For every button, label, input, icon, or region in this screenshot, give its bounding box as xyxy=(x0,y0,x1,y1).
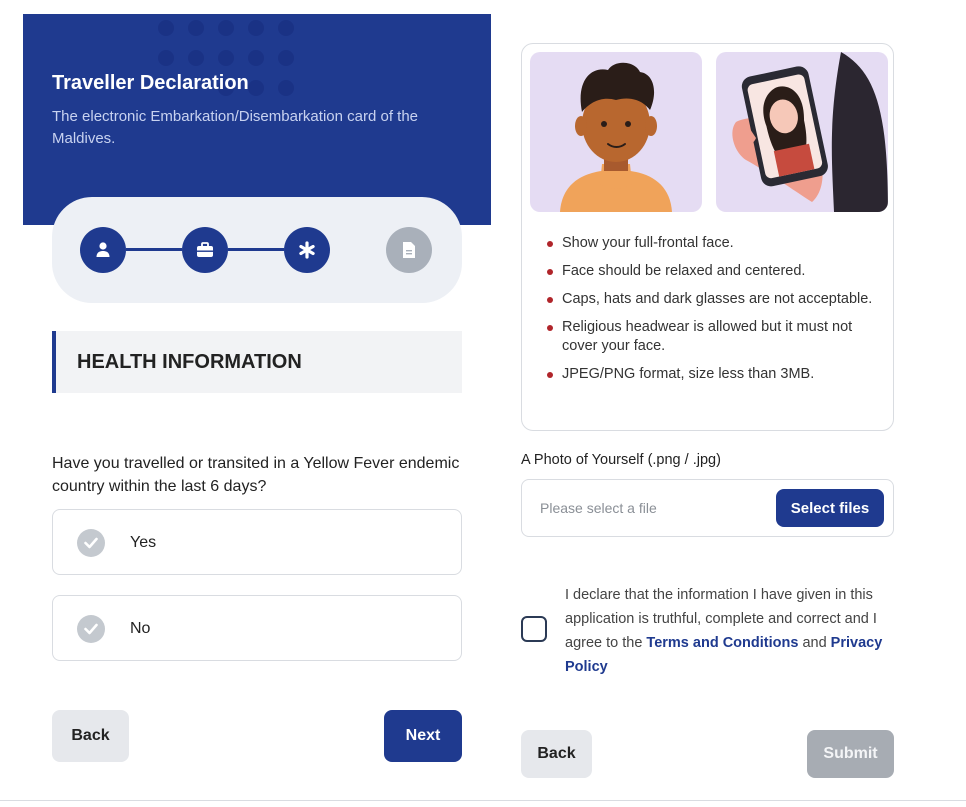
briefcase-icon xyxy=(197,242,213,257)
photo-rules-list: Show your full-frontal face. Face should… xyxy=(546,234,886,393)
photo-guidelines-card: Show your full-frontal face. Face should… xyxy=(521,43,894,431)
step-personal[interactable] xyxy=(80,227,126,273)
list-item: Religious headwear is allowed but it mus… xyxy=(546,318,886,356)
face-illustration xyxy=(530,52,702,212)
submit-button[interactable]: Submit xyxy=(807,730,894,778)
option-label: Yes xyxy=(130,534,157,551)
document-icon xyxy=(403,242,415,258)
progress-stepper xyxy=(52,197,462,303)
section-heading: HEALTH INFORMATION xyxy=(52,331,462,393)
page-subtitle: The electronic Embarkation/Disembarkatio… xyxy=(52,108,419,147)
divider xyxy=(0,800,966,801)
check-icon xyxy=(77,615,105,643)
list-item: Face should be relaxed and centered. xyxy=(546,262,886,281)
photo-upload-label: A Photo of Yourself (.png / .jpg) xyxy=(521,452,721,468)
back-button[interactable]: Back xyxy=(52,710,129,762)
list-item: Caps, hats and dark glasses are not acce… xyxy=(546,290,886,309)
step-connector xyxy=(126,248,182,251)
list-item: JPEG/PNG format, size less than 3MB. xyxy=(546,365,886,384)
back-button-right[interactable]: Back xyxy=(521,730,592,778)
yellow-fever-question: Have you travelled or transited in a Yel… xyxy=(52,455,460,495)
phone-selfie-illustration xyxy=(716,52,888,212)
step-documents[interactable] xyxy=(386,227,432,273)
option-yes[interactable]: Yes xyxy=(52,509,462,575)
check-icon xyxy=(77,529,105,557)
declaration-checkbox[interactable] xyxy=(521,616,547,642)
header-banner: Traveller Declaration The electronic Emb… xyxy=(23,14,491,225)
section-title: HEALTH INFORMATION xyxy=(77,351,302,373)
select-files-button[interactable]: Select files xyxy=(776,489,884,527)
page-title: Traveller Declaration xyxy=(52,72,249,94)
option-label: No xyxy=(130,620,151,637)
user-icon xyxy=(96,242,110,257)
declaration-text: I declare that the information I have gi… xyxy=(565,583,885,679)
step-connector xyxy=(228,248,284,251)
declaration-conjunction: and xyxy=(798,635,831,651)
terms-link[interactable]: Terms and Conditions xyxy=(646,635,798,651)
step-travel[interactable] xyxy=(182,227,228,273)
file-placeholder: Please select a file xyxy=(540,500,657,516)
left-panel: Traveller Declaration The electronic Emb… xyxy=(0,0,492,807)
next-button[interactable]: Next xyxy=(384,710,462,762)
file-upload-field[interactable]: Please select a file Select files xyxy=(521,479,894,537)
asterisk-icon xyxy=(299,241,315,259)
step-health[interactable] xyxy=(284,227,330,273)
list-item: Show your full-frontal face. xyxy=(546,234,886,253)
option-no[interactable]: No xyxy=(52,595,462,661)
